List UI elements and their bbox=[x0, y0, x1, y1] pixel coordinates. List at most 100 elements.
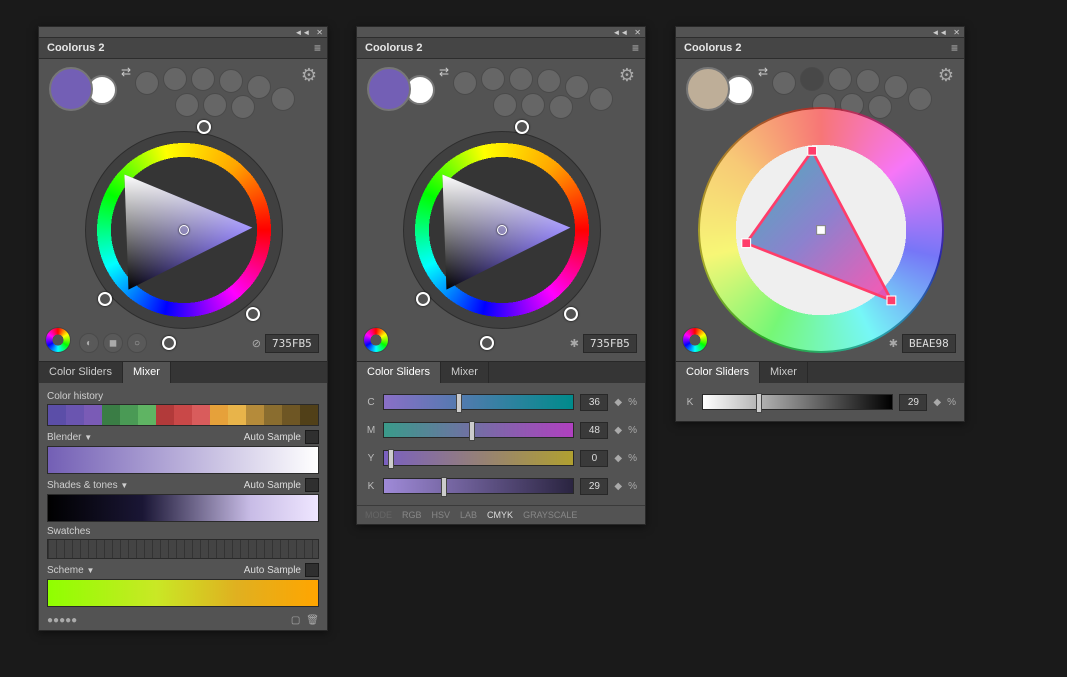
collapse-icon[interactable]: ◄◄ bbox=[931, 28, 947, 37]
tab-mixer[interactable]: Mixer bbox=[123, 362, 171, 383]
scheme-dot[interactable] bbox=[868, 95, 892, 119]
history-swatch[interactable] bbox=[246, 405, 264, 425]
m-value[interactable] bbox=[580, 422, 608, 439]
foreground-swatch[interactable] bbox=[686, 67, 730, 111]
scheme-dot[interactable] bbox=[549, 95, 573, 119]
m-slider[interactable] bbox=[383, 422, 574, 438]
mini-wheel-icon[interactable] bbox=[45, 327, 71, 353]
tab-color-sliders[interactable]: Color Sliders bbox=[676, 362, 760, 383]
hue-handle[interactable] bbox=[480, 336, 494, 350]
k-value[interactable] bbox=[580, 478, 608, 495]
swatches-row[interactable] bbox=[47, 539, 319, 559]
history-swatch[interactable] bbox=[282, 405, 300, 425]
stepper-icon[interactable]: ◆ bbox=[614, 397, 622, 408]
mode-button[interactable]: ○ bbox=[127, 333, 147, 353]
mini-wheel-icon[interactable] bbox=[363, 327, 389, 353]
auto-sample-toggle[interactable] bbox=[305, 563, 319, 577]
pager-dots[interactable]: ●●●●● bbox=[47, 615, 77, 626]
scheme-dot[interactable] bbox=[231, 95, 255, 119]
swap-icon[interactable]: ⇄ bbox=[439, 65, 449, 79]
history-swatch[interactable] bbox=[84, 405, 102, 425]
scheme-dot[interactable] bbox=[800, 67, 824, 91]
scheme-dot[interactable] bbox=[453, 71, 477, 95]
dropdown-icon[interactable]: ▼ bbox=[84, 433, 92, 442]
history-swatch[interactable] bbox=[120, 405, 138, 425]
settings-icon[interactable]: ⚙ bbox=[619, 65, 635, 86]
k-slider[interactable] bbox=[702, 394, 893, 410]
swap-icon[interactable]: ⇄ bbox=[121, 65, 131, 79]
swap-icon[interactable]: ⇄ bbox=[758, 65, 768, 79]
close-icon[interactable]: ✕ bbox=[953, 28, 960, 37]
history-swatch[interactable] bbox=[174, 405, 192, 425]
stepper-icon[interactable]: ◆ bbox=[614, 453, 622, 464]
c-slider[interactable] bbox=[383, 394, 574, 410]
stepper-icon[interactable]: ◆ bbox=[614, 425, 622, 436]
scheme-dot[interactable] bbox=[509, 67, 533, 91]
history-swatch[interactable] bbox=[300, 405, 318, 425]
hue-wheel[interactable] bbox=[379, 107, 625, 353]
foreground-swatch[interactable] bbox=[49, 67, 93, 111]
hue-handle[interactable] bbox=[246, 307, 260, 321]
picker-dot[interactable] bbox=[497, 225, 507, 235]
scheme-dot[interactable] bbox=[828, 67, 852, 91]
auto-sample-toggle[interactable] bbox=[305, 430, 319, 444]
lock-icon[interactable]: ✱ bbox=[570, 337, 579, 350]
hex-input[interactable] bbox=[265, 334, 319, 353]
history-swatch[interactable] bbox=[102, 405, 120, 425]
history-swatch[interactable] bbox=[156, 405, 174, 425]
tab-mixer[interactable]: Mixer bbox=[441, 362, 489, 383]
scheme-dot[interactable] bbox=[565, 75, 589, 99]
hex-input[interactable] bbox=[902, 334, 956, 353]
c-value[interactable] bbox=[580, 394, 608, 411]
scheme-dot[interactable] bbox=[191, 67, 215, 91]
mode-cmyk[interactable]: CMYK bbox=[487, 510, 513, 520]
scheme-dot[interactable] bbox=[163, 67, 187, 91]
foreground-swatch[interactable] bbox=[367, 67, 411, 111]
mode-hsv[interactable]: HSV bbox=[432, 510, 451, 520]
scheme-dot[interactable] bbox=[481, 67, 505, 91]
gamut-triangle[interactable] bbox=[711, 120, 931, 340]
k-value[interactable] bbox=[899, 394, 927, 411]
hue-handle[interactable] bbox=[98, 292, 112, 306]
color-history[interactable] bbox=[47, 404, 319, 426]
hex-input[interactable] bbox=[583, 334, 637, 353]
scheme-dot[interactable] bbox=[219, 69, 243, 93]
gamut-circle[interactable] bbox=[698, 107, 944, 353]
tab-color-sliders[interactable]: Color Sliders bbox=[39, 362, 123, 383]
hue-handle[interactable] bbox=[162, 336, 176, 350]
hue-handle[interactable] bbox=[197, 120, 211, 134]
picker-dot[interactable] bbox=[179, 225, 189, 235]
trash-icon[interactable]: 🗑 bbox=[306, 615, 319, 626]
history-swatch[interactable] bbox=[210, 405, 228, 425]
mode-rgb[interactable]: RGB bbox=[402, 510, 422, 520]
dropdown-icon[interactable]: ▼ bbox=[86, 566, 94, 575]
settings-icon[interactable]: ⚙ bbox=[301, 65, 317, 86]
hue-handle[interactable] bbox=[416, 292, 430, 306]
close-icon[interactable]: ✕ bbox=[316, 28, 323, 37]
mode-lab[interactable]: LAB bbox=[460, 510, 477, 520]
y-slider[interactable] bbox=[383, 450, 574, 466]
history-swatch[interactable] bbox=[138, 405, 156, 425]
new-icon[interactable]: ▢ bbox=[291, 615, 300, 626]
mode-grayscale[interactable]: GRAYSCALE bbox=[523, 510, 577, 520]
settings-icon[interactable]: ⚙ bbox=[938, 65, 954, 86]
scheme-dot[interactable] bbox=[884, 75, 908, 99]
k-slider[interactable] bbox=[383, 478, 574, 494]
hue-wheel[interactable] bbox=[61, 107, 307, 353]
history-swatch[interactable] bbox=[228, 405, 246, 425]
blender-bar[interactable] bbox=[47, 446, 319, 474]
scheme-dot[interactable] bbox=[856, 69, 880, 93]
tab-color-sliders[interactable]: Color Sliders bbox=[357, 362, 441, 383]
y-value[interactable] bbox=[580, 450, 608, 467]
stepper-icon[interactable]: ◆ bbox=[614, 481, 622, 492]
history-swatch[interactable] bbox=[66, 405, 84, 425]
no-color-icon[interactable]: ⊘ bbox=[252, 337, 261, 350]
history-swatch[interactable] bbox=[264, 405, 282, 425]
scheme-bar[interactable] bbox=[47, 579, 319, 607]
hue-handle[interactable] bbox=[515, 120, 529, 134]
tab-mixer[interactable]: Mixer bbox=[760, 362, 808, 383]
history-swatch[interactable] bbox=[48, 405, 66, 425]
collapse-icon[interactable]: ◄◄ bbox=[294, 28, 310, 37]
hue-handle[interactable] bbox=[564, 307, 578, 321]
scheme-dot[interactable] bbox=[537, 69, 561, 93]
